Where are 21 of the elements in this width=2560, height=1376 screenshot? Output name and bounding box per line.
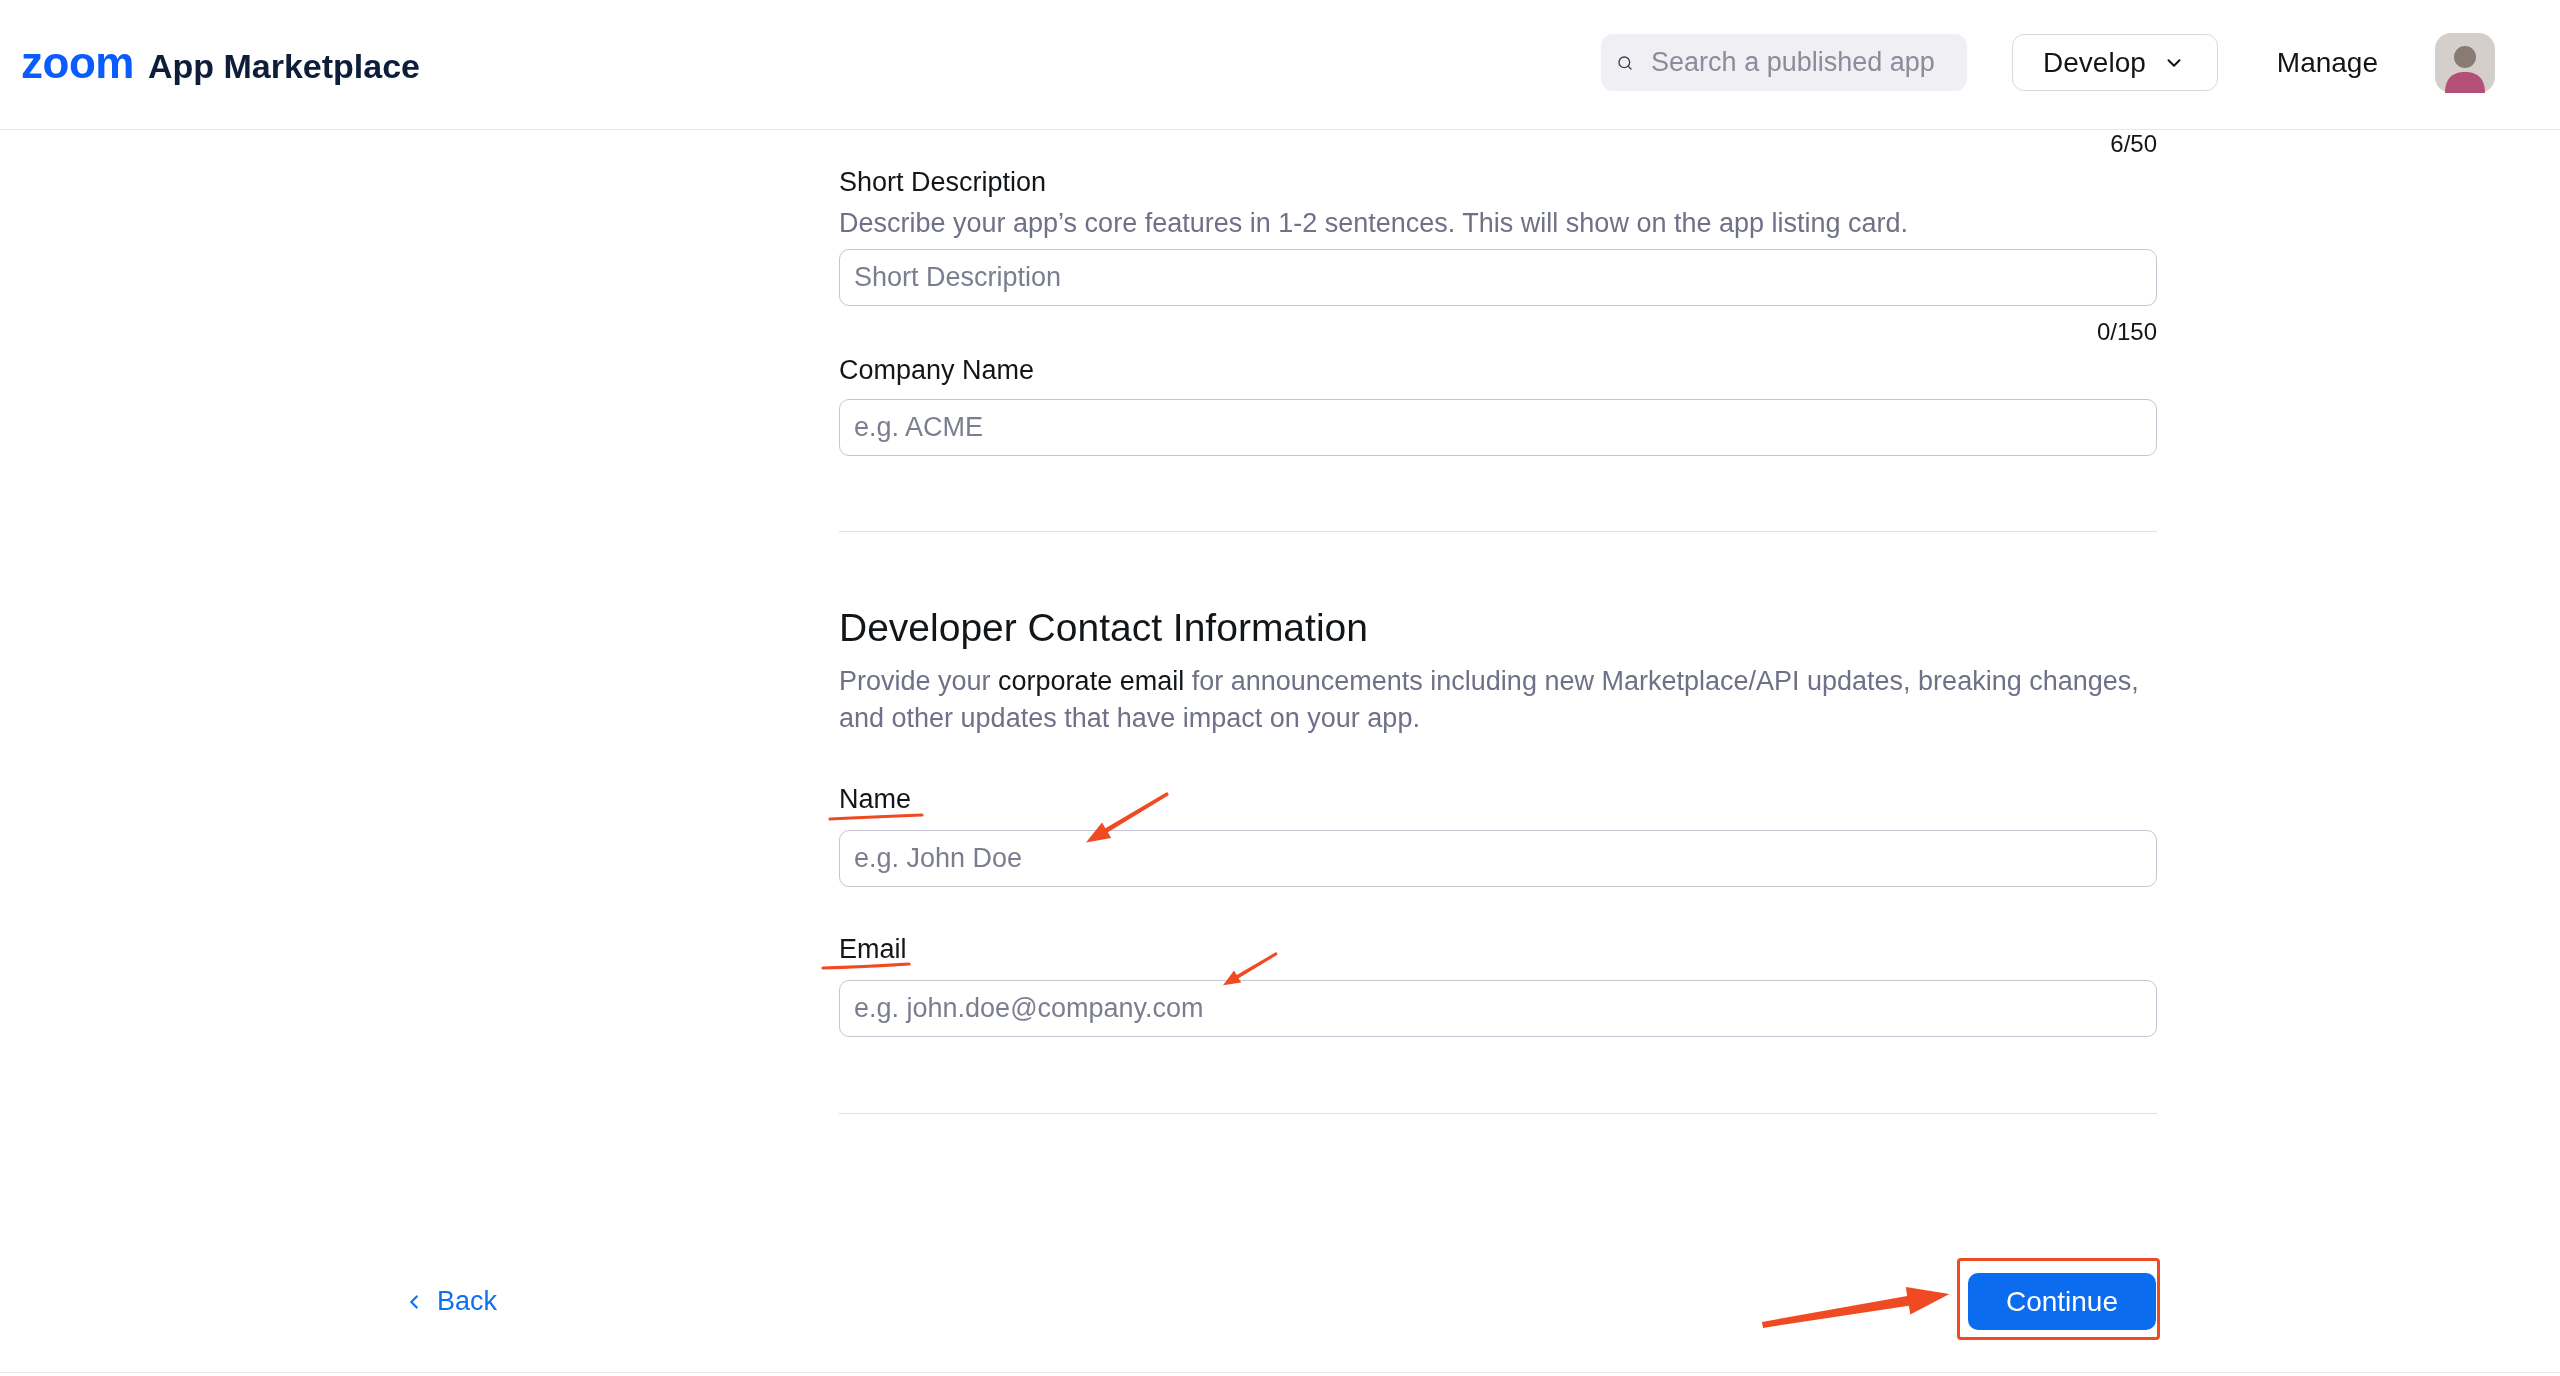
develop-dropdown[interactable]: Develop [2012,34,2218,91]
text-input[interactable]: e.g. john.doe@company.com [839,980,2157,1037]
text-input[interactable]: e.g. ACME [839,399,2157,456]
logo-wordmark[interactable]: zoom [21,40,134,85]
section-description: Provide your corporate email for announcements including new Marketplace/API updates, breaking changes, and other updates that have impact on your app. [839,665,2140,735]
avatar[interactable] [2435,32,2495,93]
field-label: Email [839,933,907,966]
character-counter: 0/150 [2096,318,2157,346]
text-input[interactable]: Short Description [839,249,2157,306]
field-label: Short Description [839,166,1047,199]
search-field[interactable]: Search a published app [1601,34,1968,91]
section-heading: Developer Contact Information [839,605,1369,651]
manage-link[interactable]: Manage [2276,45,2378,80]
app-title[interactable]: App Marketplace [147,48,420,83]
continue-button[interactable]: Continue [1967,1273,2156,1330]
field-label: Company Name [839,354,1035,387]
field-hint: Describe your app’s core features in 1-2 sentences. This will show on the app listing card. [839,207,1910,240]
character-counter: 6/50 [2110,130,2157,158]
text-input[interactable]: e.g. John Doe [839,830,2157,887]
field-label: Name [839,783,912,816]
back-link[interactable]: Back [403,1286,498,1317]
